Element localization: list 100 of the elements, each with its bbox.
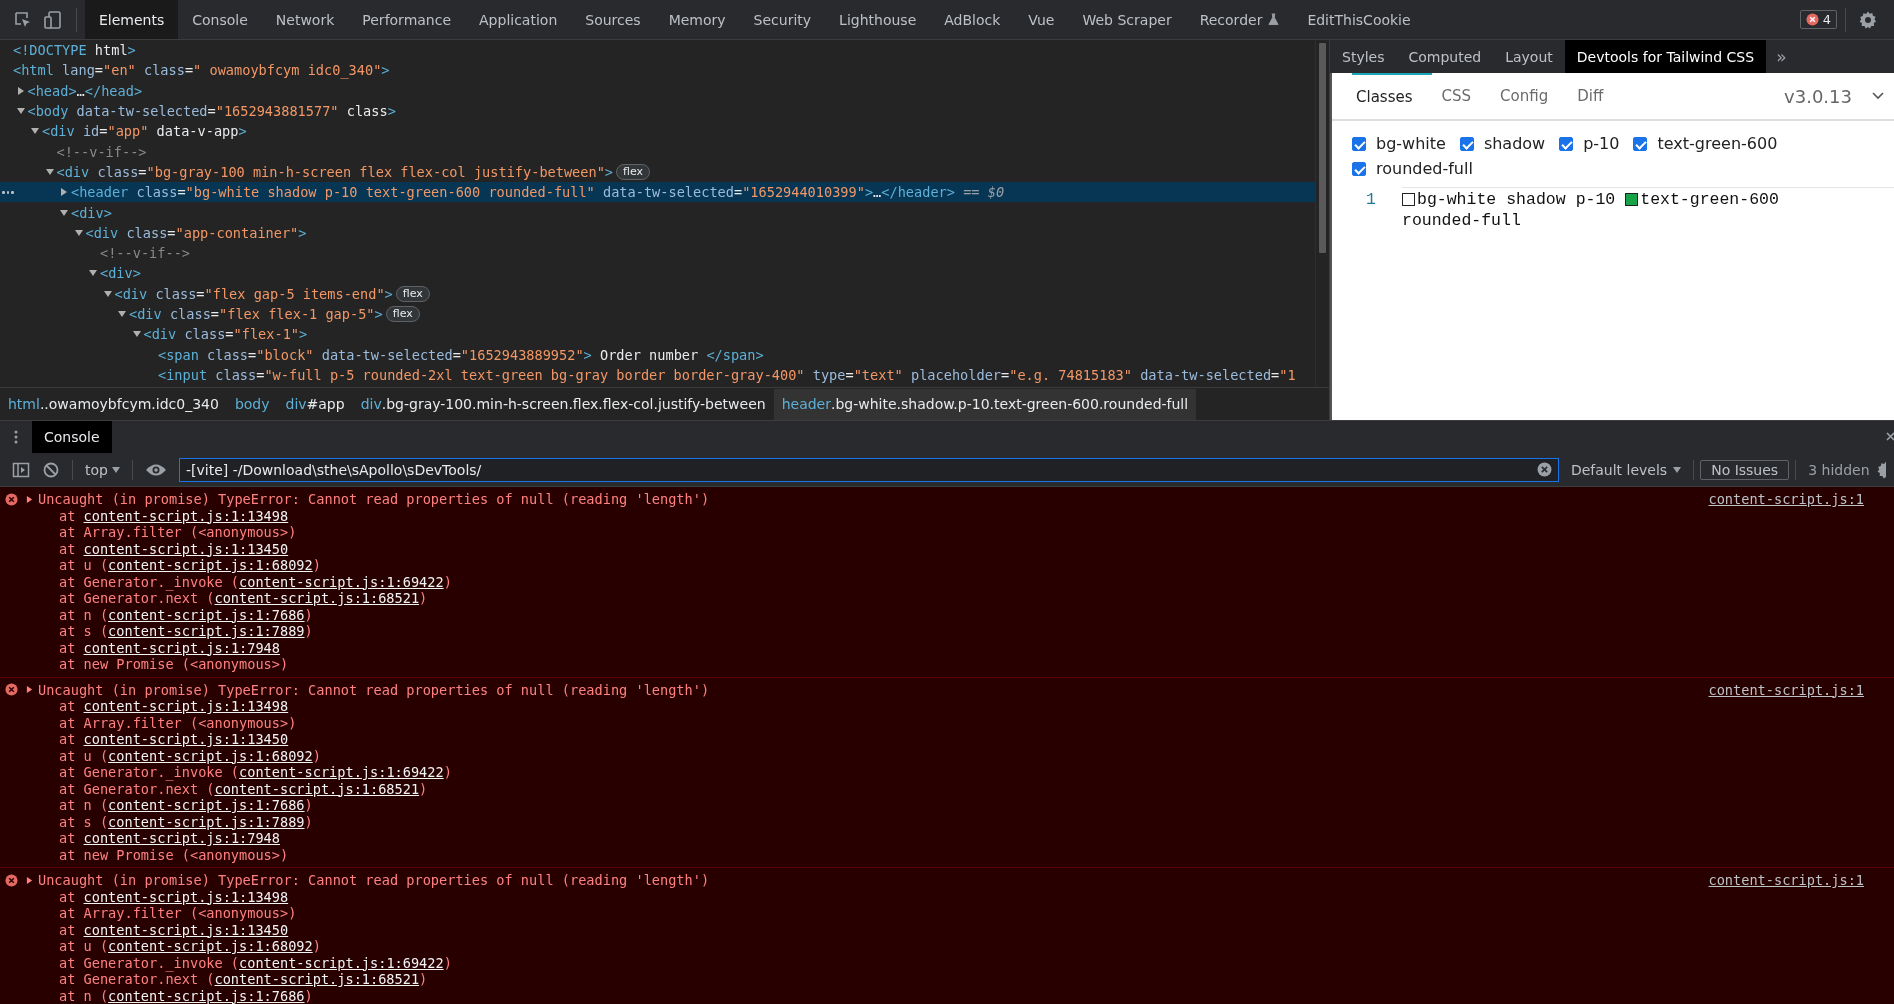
source-link[interactable]: content-script.js:1 (1708, 491, 1864, 508)
collapse-triangle-icon[interactable] (60, 188, 68, 197)
expand-triangle-icon[interactable] (60, 208, 68, 217)
dom-node[interactable]: <div class="flex gap-5 items-end"> (114, 285, 393, 302)
stack-link[interactable]: content-script.js:1:13498 (83, 507, 289, 524)
version-select[interactable]: v3.0.13 (1784, 85, 1852, 107)
eye-icon[interactable] (144, 462, 167, 477)
scrollbar-thumb[interactable] (1319, 43, 1326, 253)
stack-link[interactable]: content-script.js:1:13450 (83, 731, 289, 747)
stack-link[interactable]: content-script.js:1:68521 (214, 780, 420, 797)
drawer-tab[interactable]: Console (32, 421, 112, 453)
dom-node[interactable]: <html lang="en" class=" owamoybfcym idc0_340"> (13, 62, 390, 79)
issues-button[interactable]: No Issues (1700, 459, 1790, 480)
stack-link[interactable]: content-script.js:1:7948 (83, 639, 280, 656)
clear-icon[interactable] (42, 460, 60, 479)
tailwind-tab[interactable]: CSS (1437, 73, 1491, 119)
checkbox[interactable] (1352, 136, 1366, 151)
sidebar-tab[interactable]: Styles (1330, 40, 1397, 73)
breadcrumb[interactable]: header.bg-white.shadow.p-10.text-green-600.rounded-full (773, 388, 1197, 420)
stack-link[interactable]: content-script.js:1:68521 (214, 590, 420, 606)
clear-input-icon[interactable] (1536, 462, 1552, 477)
dom-node[interactable]: <div class="flex flex-1 gap-5"> (129, 306, 383, 322)
dom-node[interactable]: <!DOCTYPE html> (13, 42, 136, 59)
source-link[interactable]: content-script.js:1 (1708, 681, 1864, 698)
panel-tab[interactable]: Security (739, 0, 826, 39)
color-swatch[interactable] (1625, 193, 1639, 206)
context-select[interactable]: top (79, 461, 126, 478)
panel-tab[interactable]: Console (178, 0, 262, 39)
panel-tab[interactable]: Vue (1014, 0, 1069, 39)
dom-node[interactable]: <head>…</head> (27, 82, 143, 99)
breadcrumb[interactable]: html..owamoybfcym.idc0_340 (0, 388, 227, 420)
sidebar-tab[interactable]: Layout (1493, 40, 1565, 73)
sidebar-tab[interactable]: Computed (1396, 40, 1494, 73)
tailwind-tab[interactable]: Classes (1352, 73, 1432, 119)
expand-triangle-icon[interactable] (45, 167, 54, 176)
breadcrumb[interactable]: div.bg-gray-100.min-h-screen.flex.flex-col.justify-between (352, 388, 774, 420)
expand-triangle-icon[interactable] (26, 686, 33, 694)
panel-tab[interactable]: Network (261, 0, 349, 39)
dom-node[interactable]: <div class="bg-gray-100 min-h-screen flex flex-col justify-between"> (56, 163, 614, 180)
source-link[interactable]: content-script.js:1 (1708, 872, 1864, 889)
settings-icon[interactable] (1875, 459, 1886, 480)
checkbox[interactable] (1559, 136, 1574, 151)
panel-tab[interactable]: Web Scraper (1068, 0, 1186, 39)
dom-node[interactable]: <div class="flex-1"> (143, 326, 308, 343)
dom-node[interactable]: <div> (71, 204, 112, 221)
stack-link[interactable]: content-script.js:1:69422 (239, 954, 444, 971)
expand-triangle-icon[interactable] (26, 495, 33, 503)
tailwind-tab[interactable]: Diff (1573, 73, 1623, 119)
stack-link[interactable]: content-script.js:1:7889 (108, 623, 305, 639)
breadcrumb[interactable]: body (226, 388, 278, 420)
stack-link[interactable]: content-script.js:1:7948 (83, 830, 280, 846)
dom-node[interactable]: <!--v-if--> (100, 245, 191, 262)
stack-link[interactable]: content-script.js:1:13498 (83, 888, 289, 905)
settings-icon[interactable] (1858, 9, 1878, 30)
stack-link[interactable]: content-script.js:1:69422 (239, 764, 444, 780)
expand-triangle-icon[interactable] (132, 330, 141, 339)
stack-link[interactable]: content-script.js:1:68521 (214, 971, 420, 987)
panel-tab[interactable]: Performance (348, 0, 466, 39)
panel-tab[interactable]: AdBlock (930, 0, 1015, 39)
stack-link[interactable]: content-script.js:1:7889 (108, 813, 305, 830)
expand-triangle-icon[interactable] (118, 310, 126, 318)
expand-triangle-icon[interactable] (26, 876, 33, 884)
expand-triangle-icon[interactable] (103, 289, 112, 298)
flex-badge[interactable]: flex (616, 163, 651, 180)
log-levels-select[interactable]: Default levels (1564, 461, 1688, 478)
more-icon[interactable] (2, 191, 14, 194)
checkbox[interactable] (1352, 161, 1366, 176)
stack-link[interactable]: content-script.js:1:13450 (83, 540, 289, 557)
filter-field[interactable]: -[vite] -/Download\sthe\sApollo\sDevTools/ (178, 457, 1559, 482)
expand-triangle-icon[interactable] (16, 107, 25, 116)
dom-node[interactable]: <span class="block" data-tw-selected="1652943889952"> Order number </span> (158, 346, 764, 363)
stack-link[interactable]: content-script.js:1:7686 (108, 987, 305, 1004)
device-icon[interactable] (43, 9, 63, 30)
tailwind-tab[interactable]: Config (1496, 73, 1568, 119)
panel-tab[interactable]: Elements (85, 0, 179, 39)
more-icon[interactable] (14, 429, 18, 445)
sidebar-tab[interactable]: Devtools for Tailwind CSS (1564, 40, 1767, 73)
flex-badge[interactable]: flex (385, 306, 420, 322)
collapse-triangle-icon[interactable] (16, 86, 25, 95)
dom-node[interactable]: <div id="app" data-v-app> (42, 123, 247, 140)
stack-link[interactable]: content-script.js:1:13498 (83, 698, 289, 714)
panel-tab[interactable]: Sources (571, 0, 655, 39)
dom-node[interactable]: <!--v-if--> (56, 143, 147, 160)
stack-link[interactable]: content-script.js:1:68092 (108, 747, 313, 764)
dom-node[interactable]: <input class="w-full p-5 rounded-2xl text-green bg-gray border border-gray-400" type="text" placeholder="e.g. 74815183" data-tw-selected="1 (158, 366, 1296, 383)
expand-triangle-icon[interactable] (74, 228, 83, 237)
expand-triangle-icon[interactable] (31, 127, 39, 136)
panel-tab[interactable]: EditThisCookie (1293, 0, 1425, 39)
dom-node[interactable]: <body data-tw-selected="1652943881577" class> (27, 103, 396, 120)
checkbox[interactable] (1633, 136, 1648, 151)
sidebar-toggle-icon[interactable] (12, 460, 30, 479)
breadcrumb[interactable]: div#app (277, 388, 353, 420)
stack-link[interactable]: content-script.js:1:68092 (108, 938, 313, 954)
stack-link[interactable]: content-script.js:1:68092 (108, 557, 313, 573)
stack-link[interactable]: content-script.js:1:69422 (239, 573, 444, 590)
panel-tab[interactable]: Lighthouse (825, 0, 931, 39)
stack-link[interactable]: content-script.js:1:13450 (83, 921, 289, 938)
stack-link[interactable]: content-script.js:1:7686 (108, 606, 305, 623)
panel-tab[interactable]: Application (465, 0, 572, 39)
dom-node[interactable]: <div> (100, 265, 141, 282)
